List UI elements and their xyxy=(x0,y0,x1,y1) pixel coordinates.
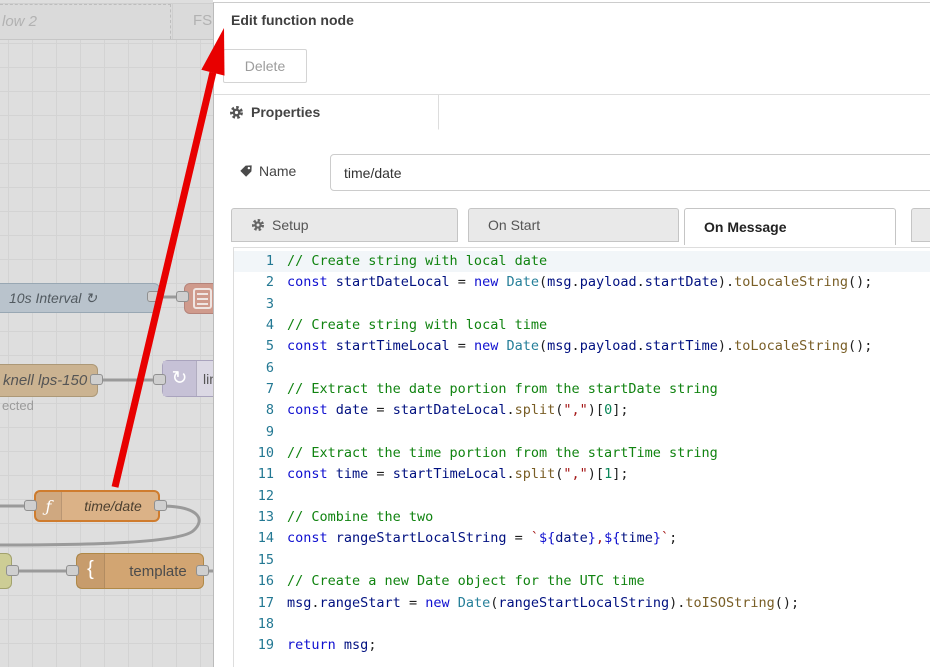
edit-function-dialog: Edit function node Delete Properties Nam… xyxy=(213,2,930,667)
function-node-label: time/date xyxy=(68,492,158,520)
function-input-port[interactable] xyxy=(24,500,37,511)
code-line[interactable]: 14const rangeStartLocalString = `${date}… xyxy=(234,528,930,549)
code-editor[interactable]: 1// Create string with local date2const … xyxy=(233,247,930,667)
code-line[interactable]: 10// Extract the time portion from the s… xyxy=(234,443,930,464)
code-line[interactable]: 7// Extract the date portion from the st… xyxy=(234,379,930,400)
name-input[interactable] xyxy=(330,154,930,191)
tab-setup[interactable]: Setup xyxy=(231,208,458,242)
device-node[interactable]: knell lps-150 xyxy=(0,364,98,397)
template-input-port[interactable] xyxy=(66,565,79,576)
tab-setup-label: Setup xyxy=(272,217,309,233)
inject-output-port[interactable] xyxy=(147,291,160,302)
inject-node[interactable]: 10s Interval ↻ xyxy=(0,283,160,313)
device-status-text: ected xyxy=(2,398,34,413)
code-line[interactable]: 8const date = startDateLocal.split(",")[… xyxy=(234,400,930,421)
tab-on-stop[interactable]: On Stop xyxy=(911,208,930,242)
tab-properties[interactable]: Properties xyxy=(218,95,439,130)
tab-on-start[interactable]: On Start xyxy=(468,208,679,242)
code-line[interactable]: 3 xyxy=(234,294,930,315)
code-line[interactable]: 2const startDateLocal = new Date(msg.pay… xyxy=(234,272,930,293)
code-line[interactable]: 15 xyxy=(234,550,930,571)
flow-workspace[interactable]: 10s Interval ↻ knell lps-150 ected ↻ lim xyxy=(0,40,213,667)
code-line[interactable]: 1// Create string with local date xyxy=(234,251,930,272)
device-node-label: knell lps-150 xyxy=(3,365,87,396)
inject-node-label: 10s Interval ↻ xyxy=(9,284,97,312)
code-line[interactable]: 11const time = startTimeLocal.split(",")… xyxy=(234,464,930,485)
brace-icon: { xyxy=(77,554,105,588)
code-line[interactable]: 6 xyxy=(234,358,930,379)
code-line[interactable]: 19return msg; xyxy=(234,635,930,656)
code-line[interactable]: 9 xyxy=(234,422,930,443)
flow-tabbar: low 2 FS xyxy=(0,3,213,40)
gear-icon xyxy=(229,105,244,120)
code-line[interactable]: 16// Create a new Date object for the UT… xyxy=(234,571,930,592)
dialog-title: Edit function node xyxy=(231,12,354,28)
flow-canvas[interactable]: low 2 FS 10s Interval ↻ xyxy=(0,0,213,667)
name-label: Name xyxy=(239,163,296,179)
name-label-text: Name xyxy=(259,163,296,179)
form-icon xyxy=(193,288,212,309)
flow-tab-fs[interactable]: FS xyxy=(172,4,213,39)
gear-icon xyxy=(251,218,265,232)
code-line[interactable]: 13// Combine the two xyxy=(234,507,930,528)
function-icon: ƒ xyxy=(36,492,62,520)
template-output-port[interactable] xyxy=(196,565,209,576)
code-lines: 1// Create string with local date2const … xyxy=(234,251,930,657)
dialog-tab-row: Properties xyxy=(214,94,930,129)
timer-icon: ↻ xyxy=(163,361,197,396)
delay-input-port[interactable] xyxy=(153,374,166,385)
tab-properties-label: Properties xyxy=(251,104,320,120)
function-node-time-date[interactable]: ƒ time/date xyxy=(34,490,160,522)
code-line[interactable]: 12 xyxy=(234,486,930,507)
node-red-app: low 2 FS 10s Interval ↻ xyxy=(0,0,930,667)
device-output-port[interactable] xyxy=(90,374,103,385)
template-node[interactable]: { template xyxy=(76,553,204,589)
tag-icon xyxy=(239,164,253,178)
name-form-row: Name xyxy=(239,154,930,191)
tab-on-message[interactable]: On Message xyxy=(684,208,896,245)
code-line[interactable]: 5const startTimeLocal = new Date(msg.pay… xyxy=(234,336,930,357)
change-input-port[interactable] xyxy=(176,291,189,302)
code-line[interactable]: 18 xyxy=(234,614,930,635)
template-node-label: template xyxy=(113,554,203,588)
code-line[interactable]: 4// Create string with local time xyxy=(234,315,930,336)
function-output-port[interactable] xyxy=(154,500,167,511)
code-line[interactable]: 17msg.rangeStart = new Date(rangeStartLo… xyxy=(234,593,930,614)
switch-output-port[interactable] xyxy=(6,565,19,576)
flow-tab-flow2[interactable]: low 2 xyxy=(0,4,171,39)
delete-button[interactable]: Delete xyxy=(223,49,307,83)
